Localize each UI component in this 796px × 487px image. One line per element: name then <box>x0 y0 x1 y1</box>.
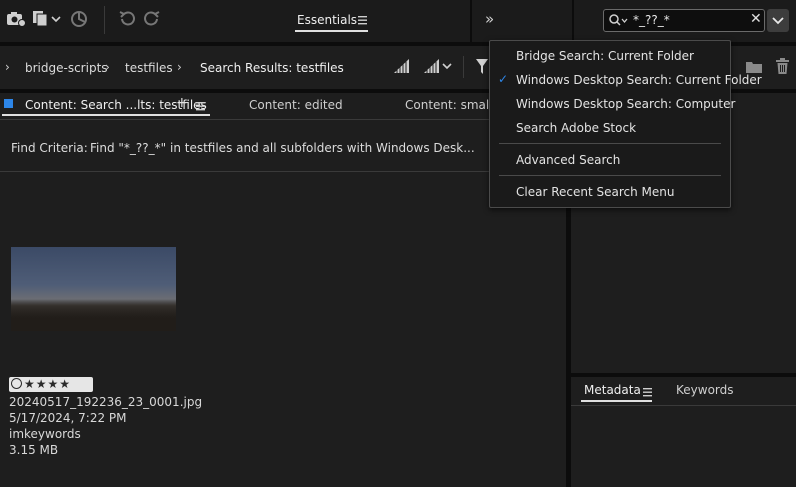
separator <box>0 119 566 120</box>
refine-icon[interactable] <box>70 10 88 28</box>
menu-item-windows-search-computer[interactable]: Windows Desktop Search: Computer <box>516 97 735 111</box>
sort-icon[interactable] <box>423 58 453 74</box>
separator <box>571 373 796 377</box>
path-item-search-results[interactable]: Search Results: testfiles <box>200 61 344 75</box>
panel-menu-icon[interactable] <box>643 387 653 397</box>
menu-item-advanced-search[interactable]: Advanced Search <box>516 153 620 167</box>
quality-icon[interactable] <box>393 58 411 74</box>
search-icon[interactable] <box>609 14 629 27</box>
camera-import-icon[interactable] <box>6 10 26 28</box>
workspace-essentials-tab[interactable]: Essentials <box>297 13 357 27</box>
reject-icon <box>11 378 22 389</box>
rotate-right-icon[interactable] <box>143 10 161 28</box>
toolbar-divider-3 <box>572 0 574 42</box>
copy-files-icon[interactable] <box>32 10 62 28</box>
chevron-down-icon <box>772 17 784 25</box>
panel-color-indicator <box>4 99 13 108</box>
menu-item-search-adobe-stock[interactable]: Search Adobe Stock <box>516 121 636 135</box>
menu-item-bridge-search-current-folder[interactable]: Bridge Search: Current Folder <box>516 49 694 63</box>
separator <box>0 171 566 172</box>
workspace-menu-icon[interactable] <box>358 15 368 25</box>
search-input[interactable]: *_??_* <box>633 13 670 27</box>
trash-icon[interactable] <box>775 58 790 75</box>
chevron-right-icon: › <box>105 60 110 74</box>
new-folder-icon[interactable] <box>745 60 763 74</box>
chevron-right-icon: › <box>177 60 182 74</box>
filter-icon[interactable] <box>475 58 489 76</box>
tab-content-small[interactable]: Content: small <box>405 98 493 112</box>
toolbar-divider <box>104 6 105 34</box>
toolbar-divider <box>463 56 464 78</box>
separator <box>571 405 796 406</box>
menu-divider <box>499 175 721 176</box>
active-tab-underline <box>2 114 210 116</box>
tab-content-edited[interactable]: Content: edited <box>249 98 343 112</box>
rating-stars-text: ★★★★ <box>24 377 72 391</box>
more-workspaces-icon[interactable]: » <box>485 10 494 28</box>
rating-stars[interactable]: ★★★★ <box>9 377 93 392</box>
item-size: 3.15 MB <box>9 443 59 457</box>
workspace-active-underline <box>295 30 368 32</box>
checkmark-icon: ✓ <box>498 72 509 86</box>
menu-divider <box>499 143 721 144</box>
rotate-left-icon[interactable] <box>118 10 136 28</box>
toolbar-divider-2 <box>470 0 472 42</box>
find-criteria-text: Find "*_??_*" in testfiles and all subfo… <box>90 141 475 155</box>
item-date: 5/17/2024, 7:22 PM <box>9 411 127 425</box>
tab-metadata[interactable]: Metadata <box>584 383 641 397</box>
thumbnail-image[interactable] <box>11 247 176 331</box>
item-filename[interactable]: 20240517_192236_23_0001.jpg <box>9 395 202 409</box>
tab-keywords[interactable]: Keywords <box>676 383 734 397</box>
clear-search-icon[interactable]: ✕ <box>750 11 762 27</box>
menu-item-windows-search-current-folder[interactable]: Windows Desktop Search: Current Folder <box>516 73 762 87</box>
panel-menu-icon[interactable] <box>196 101 206 111</box>
path-item-testfiles[interactable]: testfiles <box>125 61 173 75</box>
chevron-right-icon[interactable]: › <box>5 60 10 74</box>
path-item-bridge-scripts[interactable]: bridge-scripts <box>25 61 108 75</box>
add-tab-icon[interactable]: + <box>176 95 188 111</box>
find-criteria-label: Find Criteria: <box>11 141 88 155</box>
item-keywords: imkeywords <box>9 427 81 441</box>
search-options-menu: Bridge Search: Current Folder ✓ Windows … <box>489 40 762 208</box>
active-tab-underline <box>581 400 652 402</box>
menu-item-clear-recent-search[interactable]: Clear Recent Search Menu <box>516 185 674 199</box>
